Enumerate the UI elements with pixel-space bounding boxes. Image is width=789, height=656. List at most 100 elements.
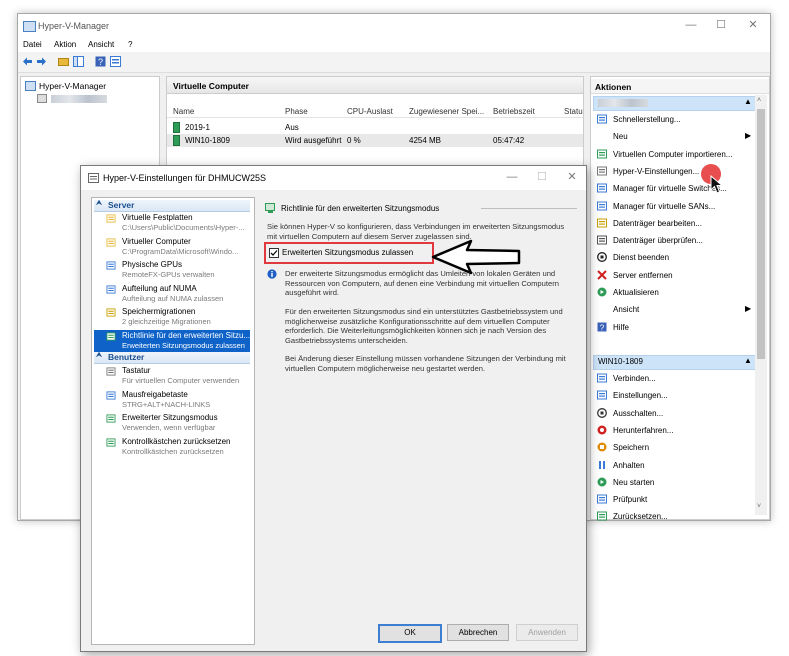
dialog-maximize-button[interactable]: ☐ xyxy=(531,170,553,184)
col-cpu[interactable]: CPU-Auslast xyxy=(347,107,393,116)
nav-item-title: Virtuelle Festplatten xyxy=(122,213,193,222)
action-item-label: Neu xyxy=(613,132,628,142)
nav-section-server[interactable]: ⮝ Server xyxy=(94,200,250,212)
col-uptime[interactable]: Betriebszeit xyxy=(493,107,535,116)
cancel-button[interactable]: Abbrechen xyxy=(447,624,509,641)
scrollbar-thumb[interactable] xyxy=(757,109,765,359)
col-phase[interactable]: Phase xyxy=(285,107,308,116)
close-button[interactable]: ✕ xyxy=(742,18,764,32)
help-icon[interactable]: ? xyxy=(95,56,106,67)
scroll-down-icon[interactable]: ˅ xyxy=(757,503,761,510)
collapse-caret-icon[interactable]: ▲ xyxy=(744,97,752,106)
action-item-label: Schnellerstellung... xyxy=(613,115,681,124)
action-item[interactable]: Neu ▶ xyxy=(595,129,755,145)
minimize-button[interactable]: — xyxy=(680,18,702,32)
scroll-up-icon[interactable]: ˄ xyxy=(757,97,761,104)
nav-item[interactable]: Virtuelle Festplatten C:\Users\Public\Doc… xyxy=(94,212,250,234)
action-item[interactable]: Herunterfahren... xyxy=(595,423,755,439)
collapse-double-caret-icon[interactable]: ⮝ xyxy=(96,352,102,360)
action-item-label: Datenträger überprüfen... xyxy=(613,236,703,246)
dialog-title: Hyper-V-Einstellungen für DHMUCW25S xyxy=(103,173,267,183)
nav-item[interactable]: Richtlinie für den erweiterten Sitzu... E… xyxy=(94,329,250,352)
action-item[interactable]: Ansicht ▶ xyxy=(595,302,755,318)
console-tree-icon[interactable] xyxy=(73,56,84,67)
action-item[interactable]: Manager für virtuelle Switches... xyxy=(595,181,755,197)
info-paragraph-2: Für den erweiterten Sitzungsmodus sind e… xyxy=(285,307,563,345)
dialog-minimize-button[interactable]: — xyxy=(501,170,523,184)
action-item[interactable]: Hyper-V-Einstellungen... xyxy=(595,164,755,180)
keyboard-icon xyxy=(106,367,116,376)
col-name[interactable]: Name xyxy=(173,107,194,116)
folder-up-icon[interactable] xyxy=(58,56,69,67)
menu-ansicht[interactable]: Ansicht xyxy=(88,40,114,49)
vm-row[interactable]: WIN10-1809 Wird ausgeführt 0 % 4254 MB 0… xyxy=(167,134,583,147)
nav-item[interactable]: Aufteilung auf NUMA Aufteilung auf NUMA z… xyxy=(94,283,250,305)
actions-scrollbar[interactable]: ˄ ˅ xyxy=(755,95,767,515)
gpu-icon xyxy=(106,261,116,270)
nav-item[interactable]: Tastatur Für virtuellen Computer verwende… xyxy=(94,365,250,387)
nav-item[interactable]: Virtueller Computer C:\ProgramData\Micros… xyxy=(94,236,250,258)
ok-button[interactable]: OK xyxy=(378,624,442,643)
action-item[interactable]: Einstellungen... xyxy=(595,388,755,404)
forward-arrow-icon[interactable] xyxy=(36,56,47,67)
vm-row[interactable]: 2019-1 Aus xyxy=(167,121,583,134)
checkbox-label[interactable]: Erweiterten Sitzungsmodus zulassen xyxy=(282,248,413,257)
menu-aktion[interactable]: Aktion xyxy=(54,40,76,49)
action-item[interactable]: Zurücksetzen... xyxy=(595,509,755,525)
disk-check-icon xyxy=(597,235,607,245)
action-item[interactable]: Speichern xyxy=(595,440,755,456)
nav-section-server-label: Server xyxy=(108,200,135,210)
action-item-label: Herunterfahren... xyxy=(613,425,674,435)
nav-item-title: Tastatur xyxy=(122,366,151,375)
dialog-close-button[interactable]: ✕ xyxy=(561,170,583,184)
nav-item-title: Speichermigrationen xyxy=(122,307,196,316)
col-memory[interactable]: Zugewiesener Spei... xyxy=(409,107,484,116)
back-arrow-icon[interactable] xyxy=(22,56,33,67)
action-item-label: Prüfpunkt xyxy=(613,495,648,505)
col-status[interactable]: Statu xyxy=(564,107,583,116)
menu-help[interactable]: ? xyxy=(128,40,132,49)
action-item[interactable]: Ausschalten... xyxy=(595,406,755,422)
nav-item[interactable]: Kontrollkästchen zurücksetzen Kontrollkäs… xyxy=(94,436,250,458)
maximize-button[interactable]: ☐ xyxy=(710,18,732,32)
action-item-label: Einstellungen... xyxy=(613,391,668,401)
nav-item-subtitle: C:\Users\Public\Documents\Hyper-... xyxy=(122,223,245,232)
action-item[interactable]: Virtuellen Computer importieren... xyxy=(595,147,755,163)
nav-item[interactable]: Physische GPUs RemoteFX-GPUs verwalten xyxy=(94,259,250,281)
nav-item[interactable]: Erweiterter Sitzungsmodus Verwenden, wenn… xyxy=(94,412,250,434)
collapse-double-caret-icon[interactable]: ⮝ xyxy=(96,200,102,208)
action-item[interactable]: Datenträger überprüfen... xyxy=(595,233,755,249)
action-item[interactable]: Datenträger bearbeiten... xyxy=(595,216,755,232)
quick-create-icon xyxy=(597,114,607,124)
server-name-blurred[interactable] xyxy=(51,95,107,103)
nav-item[interactable]: Speichermigrationen 2 gleichzeitige Migra… xyxy=(94,306,250,328)
allow-enhanced-session-checkbox[interactable] xyxy=(269,248,279,258)
menu-datei[interactable]: Datei xyxy=(23,40,42,49)
tree-root-label[interactable]: Hyper-V-Manager xyxy=(39,81,106,91)
nav-section-benutzer[interactable]: ⮝ Benutzer xyxy=(94,352,250,364)
action-item[interactable]: Prüfpunkt xyxy=(595,492,755,508)
action-item-label: Zurücksetzen... xyxy=(613,512,668,522)
action-item[interactable]: Neu starten xyxy=(595,475,755,491)
action-item[interactable]: Schnellerstellung... xyxy=(595,112,755,128)
revert-icon xyxy=(597,511,607,521)
action-item[interactable]: ? Hilfe xyxy=(595,320,755,336)
action-item-label: Anhalten xyxy=(613,460,645,470)
vm-row-uptime: 05:47:42 xyxy=(493,136,525,145)
action-item[interactable]: Server entfernen xyxy=(595,268,755,284)
collapse-caret-icon[interactable]: ▲ xyxy=(744,356,752,365)
action-item[interactable]: Dienst beenden xyxy=(595,250,755,266)
apply-button[interactable]: Anwenden xyxy=(516,624,578,641)
action-item[interactable]: Aktualisieren xyxy=(595,285,755,301)
action-item[interactable]: Manager für virtuelle SANs... xyxy=(595,199,755,215)
settings-nav: ⮝ Server Virtuelle Festplatten C:\Users\P… xyxy=(91,197,255,645)
action-item[interactable]: Anhalten xyxy=(595,458,755,474)
host-section-header[interactable]: ▲ xyxy=(593,96,757,111)
vm-section-header[interactable]: WIN10-1809 ▲ xyxy=(593,355,757,370)
properties-icon[interactable] xyxy=(110,56,121,67)
submenu-arrow-icon: ▶ xyxy=(745,304,752,314)
action-item-label: Manager für virtuelle SANs... xyxy=(613,201,716,211)
action-item[interactable]: Verbinden... xyxy=(595,371,755,387)
nav-item[interactable]: Mausfreigabetaste STRG+ALT+NACH-LINKS xyxy=(94,389,250,411)
action-item-label: Hilfe xyxy=(613,322,630,332)
